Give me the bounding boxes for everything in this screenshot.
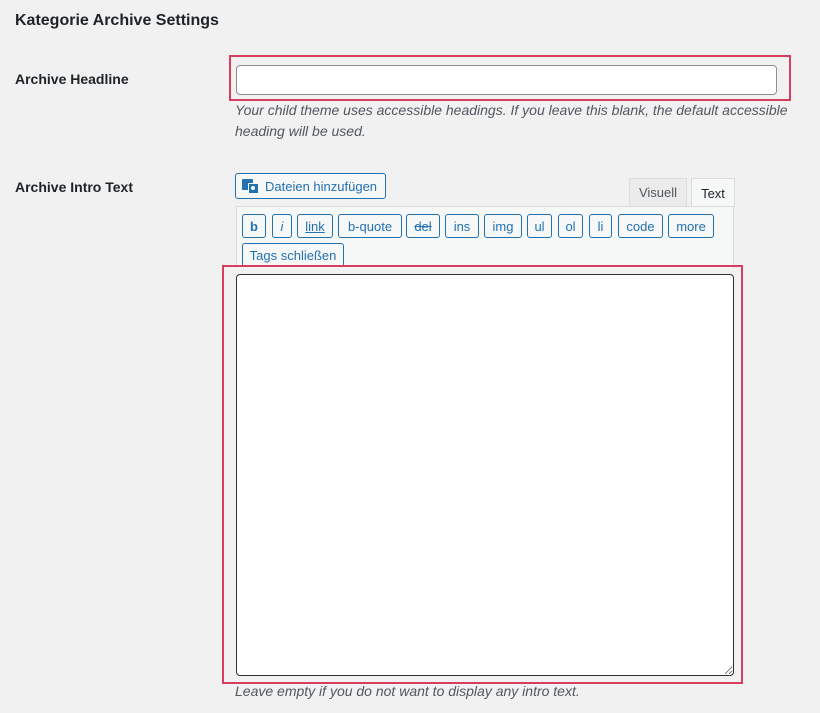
- quicktag-bquote-button[interactable]: b-quote: [338, 214, 402, 238]
- section-title: Kategorie Archive Settings: [15, 12, 219, 29]
- quicktag-link-button[interactable]: link: [297, 214, 333, 238]
- quicktag-ul-button[interactable]: ul: [527, 214, 552, 238]
- add-media-button[interactable]: Dateien hinzufügen: [235, 173, 387, 199]
- quicktag-del-button[interactable]: del: [406, 214, 440, 238]
- add-media-icon: [242, 178, 260, 194]
- quicktag-more-button[interactable]: more: [668, 214, 714, 238]
- quicktag-li-button[interactable]: li: [589, 214, 612, 238]
- tab-text[interactable]: Text: [691, 178, 735, 207]
- add-media-button-label: Dateien hinzufügen: [265, 178, 378, 194]
- quicktag-close-tags-button[interactable]: Tags schließen: [242, 243, 344, 267]
- quicktag-img-button[interactable]: img: [484, 214, 522, 238]
- archive-headline-input[interactable]: [236, 65, 777, 95]
- archive-headline-label: Archive Headline: [15, 71, 129, 87]
- archive-intro-textarea[interactable]: [236, 274, 734, 676]
- quicktag-code-button[interactable]: code: [618, 214, 663, 238]
- archive-intro-label: Archive Intro Text: [15, 179, 133, 195]
- archive-intro-description: Leave empty if you do not want to displa…: [235, 683, 580, 699]
- quicktag-ol-button[interactable]: ol: [558, 214, 583, 238]
- quicktag-italic-button[interactable]: i: [272, 214, 292, 238]
- quicktag-ins-button[interactable]: ins: [445, 214, 479, 238]
- tab-visual[interactable]: Visuell: [629, 178, 687, 206]
- archive-headline-description: Your child theme uses accessible heading…: [235, 102, 788, 139]
- quicktags-toolbar: b i link b-quote del ins img ul ol li co…: [236, 206, 734, 268]
- quicktag-bold-button[interactable]: b: [242, 214, 266, 238]
